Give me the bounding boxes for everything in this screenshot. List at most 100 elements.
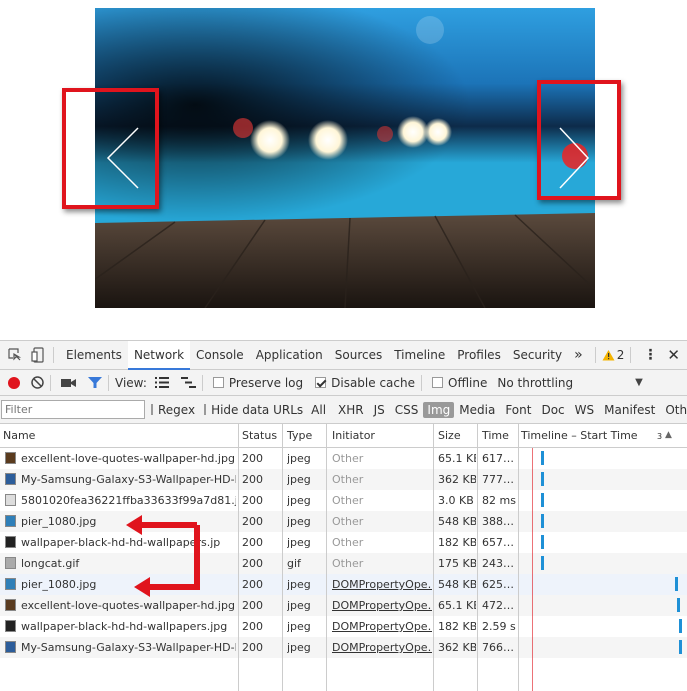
table-row[interactable]: My-Samsung-Galaxy-S3-Wallpaper-HD-L… 200 j… — [0, 469, 687, 490]
table-row[interactable]: My-Samsung-Galaxy-S3-Wallpaper-HD-L… 200 j… — [0, 637, 687, 658]
cell-initiator[interactable]: Other — [332, 494, 432, 507]
cell-type: gif — [287, 557, 301, 570]
filter-xhr[interactable]: XHR — [333, 403, 369, 417]
cell-size: 362 KB — [438, 641, 476, 654]
slide-image — [95, 8, 595, 308]
cell-time: 82 ms — [482, 494, 516, 507]
filter-ws[interactable]: WS — [570, 403, 599, 417]
table-row[interactable]: 5801020fea36221ffba33633f99a7d81.jpg 200 j… — [0, 490, 687, 511]
cell-size: 548 KB — [438, 578, 476, 591]
tab-timeline[interactable]: Timeline — [388, 341, 451, 370]
hide-data-urls-checkbox[interactable] — [204, 404, 207, 415]
chevron-down-icon[interactable]: ▼ — [635, 377, 643, 388]
offline-label: Offline — [448, 375, 488, 390]
table-row[interactable]: excellent-love-quotes-wallpaper-hd.jpg 20… — [0, 448, 687, 469]
cell-type: jpeg — [287, 536, 311, 549]
table-row[interactable]: wallpaper-black-hd-hd-wallpapers.jp 200 jp… — [0, 532, 687, 553]
cell-size: 182 KB — [438, 536, 476, 549]
tab-profiles[interactable]: Profiles — [451, 341, 507, 370]
more-tabs-button[interactable]: » — [568, 341, 589, 370]
filter-other[interactable]: Other — [660, 403, 687, 417]
column-header-size[interactable]: Size — [438, 429, 461, 442]
cell-initiator[interactable]: Other — [332, 536, 432, 549]
waterfall-bar — [677, 598, 680, 612]
cell-initiator[interactable]: Other — [332, 452, 432, 465]
regex-checkbox[interactable] — [151, 404, 153, 415]
device-toolbar-icon[interactable] — [31, 347, 47, 363]
tab-application[interactable]: Application — [250, 341, 329, 370]
cell-size: 362 KB — [438, 473, 476, 486]
column-header-type[interactable]: Type — [287, 429, 312, 442]
cell-name[interactable]: 5801020fea36221ffba33633f99a7d81.jpg — [21, 494, 236, 507]
filter-font[interactable]: Font — [500, 403, 536, 417]
filter-css[interactable]: CSS — [390, 403, 424, 417]
tab-sources[interactable]: Sources — [329, 341, 388, 370]
cell-type: jpeg — [287, 578, 311, 591]
table-row[interactable]: excellent-love-quotes-wallpaper-hd.jpg 20… — [0, 595, 687, 616]
cell-time: 657… — [482, 536, 514, 549]
tab-security[interactable]: Security — [507, 341, 568, 370]
cell-name[interactable]: wallpaper-black-hd-hd-wallpapers.jpg — [21, 620, 236, 633]
offline-checkbox[interactable] — [432, 377, 443, 388]
cell-time: 243… — [482, 557, 514, 570]
cell-initiator[interactable]: DOMPropertyOpe… — [332, 620, 432, 633]
cell-initiator[interactable]: Other — [332, 515, 432, 528]
waterfall-bar — [541, 535, 544, 549]
column-header-time[interactable]: Time — [482, 429, 509, 442]
record-icon[interactable] — [8, 376, 20, 389]
filter-img[interactable]: Img — [423, 401, 455, 418]
filter-doc[interactable]: Doc — [536, 403, 569, 417]
cell-name[interactable]: excellent-love-quotes-wallpaper-hd.jpg — [21, 452, 236, 465]
column-header-status[interactable]: Status — [242, 429, 277, 442]
cell-size: 65.1 KB — [438, 599, 476, 612]
table-row[interactable]: longcat.gif 200 gif Other 175 KB 243… — [0, 553, 687, 574]
inspect-icon[interactable] — [7, 347, 23, 363]
cell-initiator[interactable]: Other — [332, 473, 432, 486]
cell-size: 65.1 KB — [438, 452, 476, 465]
tab-network[interactable]: Network — [127, 340, 191, 370]
cell-status: 200 — [242, 641, 263, 654]
divider — [50, 374, 51, 391]
timeline-scale-label: 3 — [657, 432, 663, 441]
close-icon[interactable]: ✕ — [667, 346, 680, 364]
filter-icon[interactable] — [88, 376, 102, 389]
cell-initiator[interactable]: DOMPropertyOpe… — [332, 578, 432, 591]
filter-manifest[interactable]: Manifest — [599, 403, 660, 417]
tab-elements[interactable]: Elements — [60, 341, 128, 370]
column-header-timeline[interactable]: Timeline – Start Time — [521, 429, 638, 442]
cell-initiator[interactable]: Other — [332, 557, 432, 570]
column-header-initiator[interactable]: Initiator — [332, 429, 375, 442]
file-thumbnail-icon — [5, 578, 16, 590]
load-event-line — [532, 448, 533, 691]
table-row[interactable]: pier_1080.jpg 200 jpeg Other 548 KB 388… — [0, 511, 687, 532]
clear-icon[interactable] — [31, 376, 44, 389]
cell-name[interactable]: My-Samsung-Galaxy-S3-Wallpaper-HD-L… — [21, 473, 236, 486]
preserve-log-label: Preserve log — [228, 375, 304, 390]
disable-cache-checkbox[interactable] — [315, 377, 327, 388]
file-thumbnail-icon — [5, 641, 16, 653]
waterfall-view-icon[interactable] — [180, 377, 196, 388]
warning-icon[interactable] — [602, 349, 615, 361]
table-row[interactable]: pier_1080.jpg 200 jpeg DOMPropertyOpe… 548 K… — [0, 574, 687, 595]
camera-icon[interactable] — [61, 377, 77, 389]
list-view-icon[interactable] — [154, 377, 169, 388]
table-row[interactable]: wallpaper-black-hd-hd-wallpapers.jpg 200 j… — [0, 616, 687, 637]
preserve-log-checkbox[interactable] — [212, 377, 224, 388]
filter-input[interactable] — [1, 400, 145, 419]
filter-media[interactable]: Media — [454, 403, 500, 417]
sort-ascending-icon[interactable]: ▲ — [665, 430, 672, 440]
cell-time: 766… — [482, 641, 514, 654]
cell-time: 777… — [482, 473, 514, 486]
tab-console[interactable]: Console — [190, 341, 250, 370]
cell-initiator[interactable]: DOMPropertyOpe… — [332, 599, 432, 612]
kebab-menu-icon[interactable]: ⋮ — [643, 347, 657, 363]
throttling-select[interactable]: No throttling — [497, 376, 573, 390]
cell-time: 625… — [482, 578, 514, 591]
cell-initiator[interactable]: DOMPropertyOpe… — [332, 641, 432, 654]
filter-all[interactable]: All — [306, 403, 331, 417]
filter-js[interactable]: JS — [369, 403, 390, 417]
file-thumbnail-icon — [5, 557, 16, 569]
column-header-name[interactable]: Name — [3, 429, 35, 442]
cell-name[interactable]: My-Samsung-Galaxy-S3-Wallpaper-HD-L… — [21, 641, 236, 654]
cell-size: 548 KB — [438, 515, 476, 528]
